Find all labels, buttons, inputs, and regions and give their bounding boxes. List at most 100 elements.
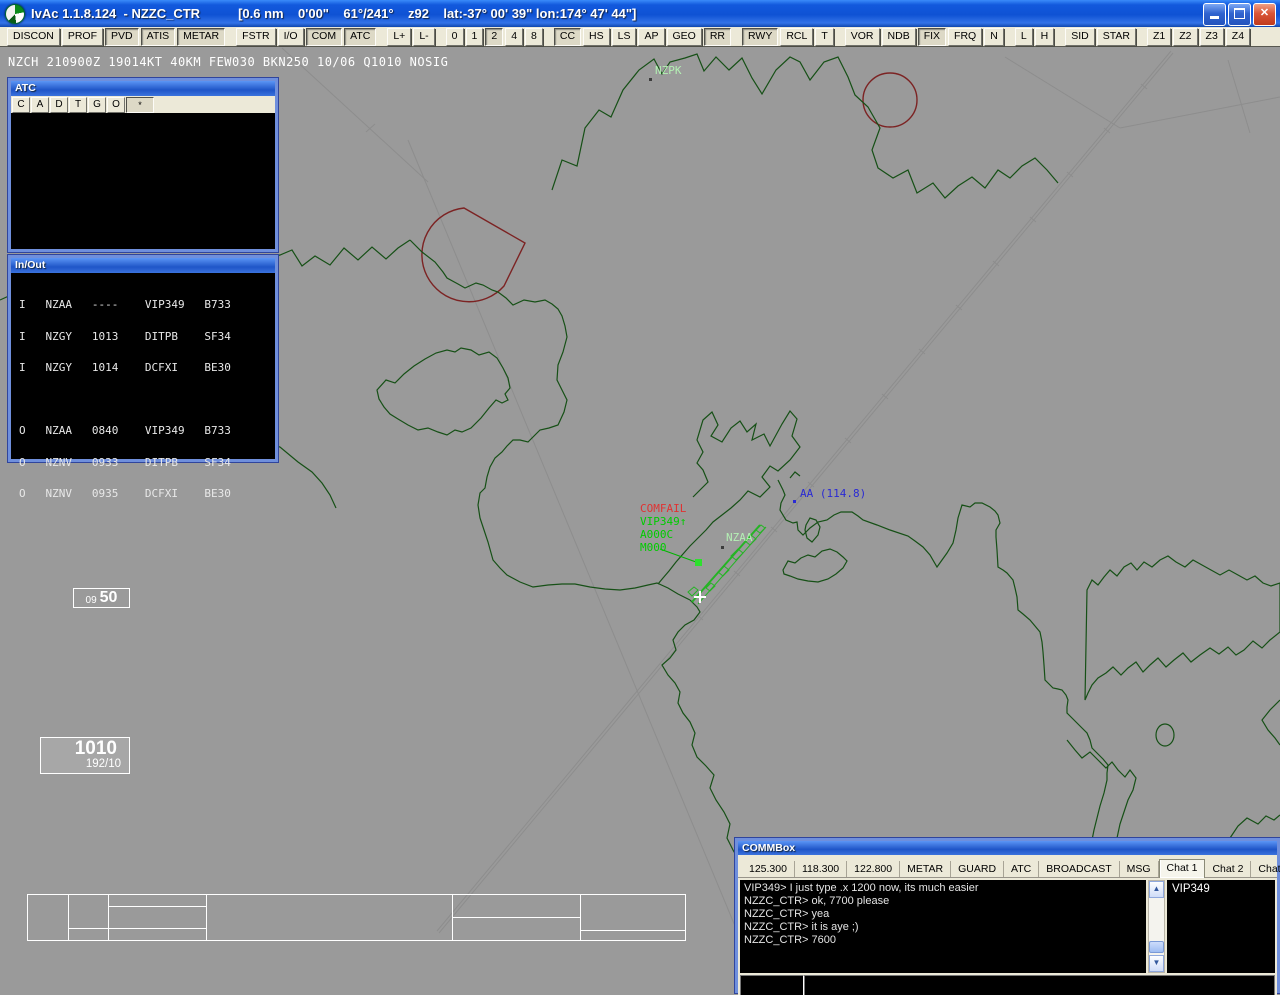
scroll-down-icon[interactable]: ▼ (1149, 955, 1164, 972)
frequency-input[interactable] (740, 975, 804, 995)
btn-z3[interactable]: Z3 (1200, 28, 1224, 46)
inout-row[interactable]: I NZGY 1013 DITPB SF34 (19, 332, 275, 343)
aircraft-datablock[interactable]: COMFAIL VIP349↑ A000C M000 (640, 502, 687, 554)
minimize-button[interactable] (1203, 3, 1226, 26)
atc-list-area[interactable] (11, 113, 275, 249)
tab-chat1[interactable]: Chat 1 (1159, 859, 1206, 878)
btn-ap[interactable]: AP (638, 28, 664, 46)
atc-tab-d[interactable]: D (50, 97, 68, 113)
navaid-label-aa: AA (114.8) (800, 487, 866, 500)
btn-star[interactable]: STAR (1097, 28, 1136, 46)
inout-row[interactable]: O NZNV 0933 DITPB SF34 (19, 458, 275, 469)
atc-tab-g[interactable]: G (88, 97, 106, 113)
btn-com[interactable]: COM (306, 28, 343, 46)
atc-tab-t[interactable]: T (69, 97, 87, 113)
sector-boundary-lines (282, 48, 1280, 950)
window-title: IvAc 1.1.8.124 - NZZC_CTR (31, 6, 200, 21)
btn-n[interactable]: N (984, 28, 1004, 46)
scroll-track[interactable] (1149, 898, 1164, 955)
btn-discon[interactable]: DISCON (7, 28, 60, 46)
btn-hs[interactable]: HS (583, 28, 610, 46)
tab-atc[interactable]: ATC (1004, 861, 1039, 877)
tab-chat3[interactable]: Chat 3 (1251, 861, 1280, 877)
btn-z4[interactable]: Z4 (1226, 28, 1250, 46)
scroll-up-icon[interactable]: ▲ (1149, 881, 1164, 898)
atc-tab-o[interactable]: O (107, 97, 125, 113)
tab-msg[interactable]: MSG (1120, 861, 1159, 877)
btn-prof[interactable]: PROF (62, 28, 103, 46)
freq-tab-118300[interactable]: 118.300 (795, 861, 847, 877)
close-button[interactable]: ✕ (1253, 3, 1276, 26)
chat-message: VIP349> I just type .x 1200 now, its muc… (744, 882, 1142, 895)
inout-row[interactable]: I NZAA ---- VIP349 B733 (19, 300, 275, 311)
tab-broadcast[interactable]: BROADCAST (1039, 861, 1119, 877)
btn-rwy[interactable]: RWY (742, 28, 778, 46)
chat-input[interactable] (804, 975, 1275, 995)
inout-row[interactable]: O NZNV 0935 DCFXI BE30 (19, 489, 275, 500)
app-icon (5, 4, 25, 24)
wind-value: 192/10 (41, 758, 121, 770)
aircraft-target[interactable] (695, 559, 702, 566)
inout-row[interactable]: O NZAA 0840 VIP349 B733 (19, 426, 275, 437)
freq-tab-125300[interactable]: 125.300 (742, 861, 795, 877)
atc-tab-row: C A D T G O * (11, 96, 275, 113)
atc-tab-c[interactable]: C (12, 97, 30, 113)
qnh-value: 1010 (41, 739, 117, 758)
atc-window-titlebar[interactable]: ATC (11, 81, 275, 96)
datablock-altitude: A000C (640, 528, 673, 541)
btn-pvd[interactable]: PVD (105, 28, 139, 46)
commbox-titlebar[interactable]: COMMBox (738, 841, 1277, 855)
btn-atc[interactable]: ATC (344, 28, 376, 46)
inout-window-titlebar[interactable]: In/Out (11, 258, 275, 273)
btn-history-2[interactable]: 2 (485, 28, 503, 46)
inout-row[interactable]: I NZGY 1014 DCFXI BE30 (19, 363, 275, 374)
btn-sid[interactable]: SID (1065, 28, 1095, 46)
clock-box[interactable]: 09 50 (73, 588, 130, 608)
chat-member[interactable]: VIP349 (1172, 883, 1270, 895)
btn-io[interactable]: I/O (278, 28, 304, 46)
btn-l[interactable]: L (1015, 28, 1033, 46)
chat-scrollbar[interactable]: ▲ ▼ (1148, 880, 1165, 973)
btn-h[interactable]: H (1035, 28, 1055, 46)
btn-fstr[interactable]: FSTR (236, 28, 275, 46)
btn-geo[interactable]: GEO (667, 28, 702, 46)
btn-history-8[interactable]: 8 (525, 28, 543, 46)
title-bar[interactable]: IvAc 1.1.8.124 - NZZC_CTR [0.6 nm 0'00" … (0, 0, 1280, 27)
inout-flight-list: I NZAA ---- VIP349 B733 I NZGY 1013 DITP… (11, 273, 275, 521)
btn-history-4[interactable]: 4 (505, 28, 523, 46)
restore-icon (1234, 8, 1245, 19)
btn-rcl[interactable]: RCL (780, 28, 813, 46)
scroll-thumb[interactable] (1149, 941, 1164, 953)
btn-ls[interactable]: LS (612, 28, 637, 46)
inout-list-area[interactable]: I NZAA ---- VIP349 B733 I NZGY 1013 DITP… (11, 273, 275, 459)
datablock-speed: M000 (640, 541, 667, 554)
btn-history-1[interactable]: 1 (466, 28, 484, 46)
btn-history-0[interactable]: 0 (446, 28, 464, 46)
commbox-window: COMMBox 125.300 118.300 122.800 METAR GU… (735, 838, 1280, 993)
btn-frq[interactable]: FRQ (948, 28, 982, 46)
chat-message: NZZC_CTR> it is aye ;) (744, 921, 1142, 934)
btn-label-plus[interactable]: L+ (387, 28, 411, 46)
chat-member-list[interactable]: VIP349 (1167, 880, 1275, 973)
btn-rr[interactable]: RR (704, 28, 731, 46)
btn-cc[interactable]: CC (554, 28, 581, 46)
tab-metar[interactable]: METAR (900, 861, 951, 877)
btn-metar[interactable]: METAR (177, 28, 225, 46)
restore-button[interactable] (1228, 3, 1251, 26)
tab-chat2[interactable]: Chat 2 (1205, 861, 1251, 877)
btn-z1[interactable]: Z1 (1147, 28, 1171, 46)
atc-tab-all[interactable]: * (126, 97, 154, 113)
btn-z2[interactable]: Z2 (1173, 28, 1197, 46)
btn-ndb[interactable]: NDB (882, 28, 916, 46)
btn-t[interactable]: T (815, 28, 833, 46)
freq-tab-122800[interactable]: 122.800 (847, 861, 900, 877)
atc-tab-a[interactable]: A (31, 97, 49, 113)
chat-message-area[interactable]: VIP349> I just type .x 1200 now, its muc… (740, 880, 1146, 973)
btn-fix[interactable]: FIX (918, 28, 946, 46)
btn-label-minus[interactable]: L- (413, 28, 434, 46)
btn-vor[interactable]: VOR (845, 28, 880, 46)
btn-atis[interactable]: ATIS (141, 28, 176, 46)
tab-guard[interactable]: GUARD (951, 861, 1004, 877)
main-toolbar: DISCON PROF PVD ATIS METAR FSTR I/O COM … (0, 27, 1280, 47)
qnh-wind-box[interactable]: 1010 192/10 (40, 737, 130, 774)
